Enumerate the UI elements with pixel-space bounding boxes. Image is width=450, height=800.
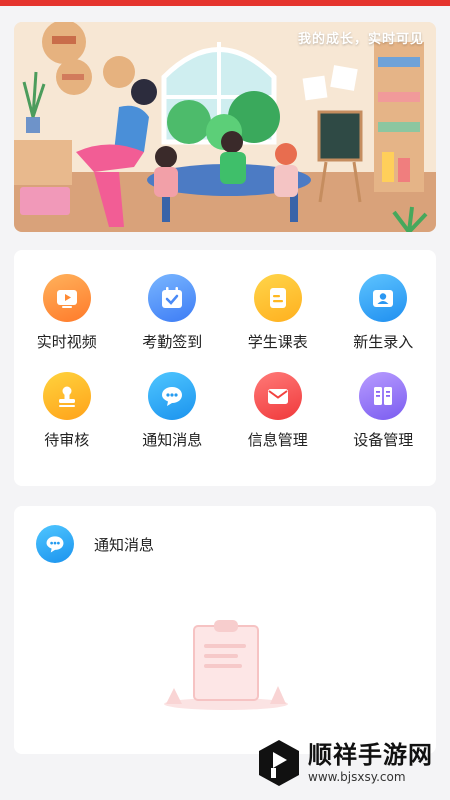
chat-bubble-icon [36, 525, 74, 563]
menu-label: 实时视频 [36, 333, 97, 351]
play-video-icon [42, 274, 91, 322]
menu-item-attendance[interactable]: 考勤签到 [120, 274, 226, 352]
site-watermark: 顺祥手游网 www.bjsxsy.com [256, 738, 433, 788]
classroom-illustration [14, 22, 436, 232]
menu-item-live-video[interactable]: 实时视频 [14, 274, 120, 352]
hero-banner[interactable]: 我的成长，实时可见 [14, 22, 436, 232]
menu-item-new-student-entry[interactable]: 新生录入 [331, 274, 437, 352]
function-menu-card: 实时视频 考勤签到 学生课表 新生录入 待审核 通知消息 信息管理 设备管理 [14, 250, 436, 486]
menu-label: 考勤签到 [142, 333, 203, 351]
empty-clipboard-icon [156, 616, 296, 720]
schedule-card-icon [253, 274, 302, 322]
chat-bubble-icon [148, 372, 197, 420]
notice-card: 通知消息 [14, 506, 436, 754]
menu-item-notifications[interactable]: 通知消息 [120, 372, 226, 450]
site-logo-icon [259, 740, 299, 786]
top-status-bar [0, 0, 450, 6]
menu-label: 通知消息 [142, 431, 203, 449]
watermark-name: 顺祥手游网 [308, 741, 433, 769]
notice-title: 通知消息 [94, 535, 155, 554]
server-cabinet-icon [359, 372, 408, 420]
menu-label: 新生录入 [353, 333, 414, 351]
menu-label: 待审核 [44, 431, 90, 449]
banner-slogan: 我的成长，实时可见 [297, 32, 424, 47]
notice-header[interactable]: 通知消息 [36, 525, 154, 563]
menu-label: 信息管理 [247, 431, 308, 449]
menu-item-pending-review[interactable]: 待审核 [14, 372, 120, 450]
menu-item-info-management[interactable]: 信息管理 [225, 372, 331, 450]
menu-item-student-schedule[interactable]: 学生课表 [225, 274, 331, 352]
watermark-url: www.bjsxsy.com [308, 770, 406, 784]
function-menu-grid: 实时视频 考勤签到 学生课表 新生录入 待审核 通知消息 信息管理 设备管理 [14, 274, 436, 450]
stamp-icon [42, 372, 91, 420]
menu-label: 设备管理 [353, 431, 414, 449]
user-card-icon [359, 274, 408, 322]
envelope-icon [253, 372, 302, 420]
menu-label: 学生课表 [247, 333, 308, 351]
calendar-check-icon [148, 274, 197, 322]
menu-item-device-management[interactable]: 设备管理 [331, 372, 437, 450]
